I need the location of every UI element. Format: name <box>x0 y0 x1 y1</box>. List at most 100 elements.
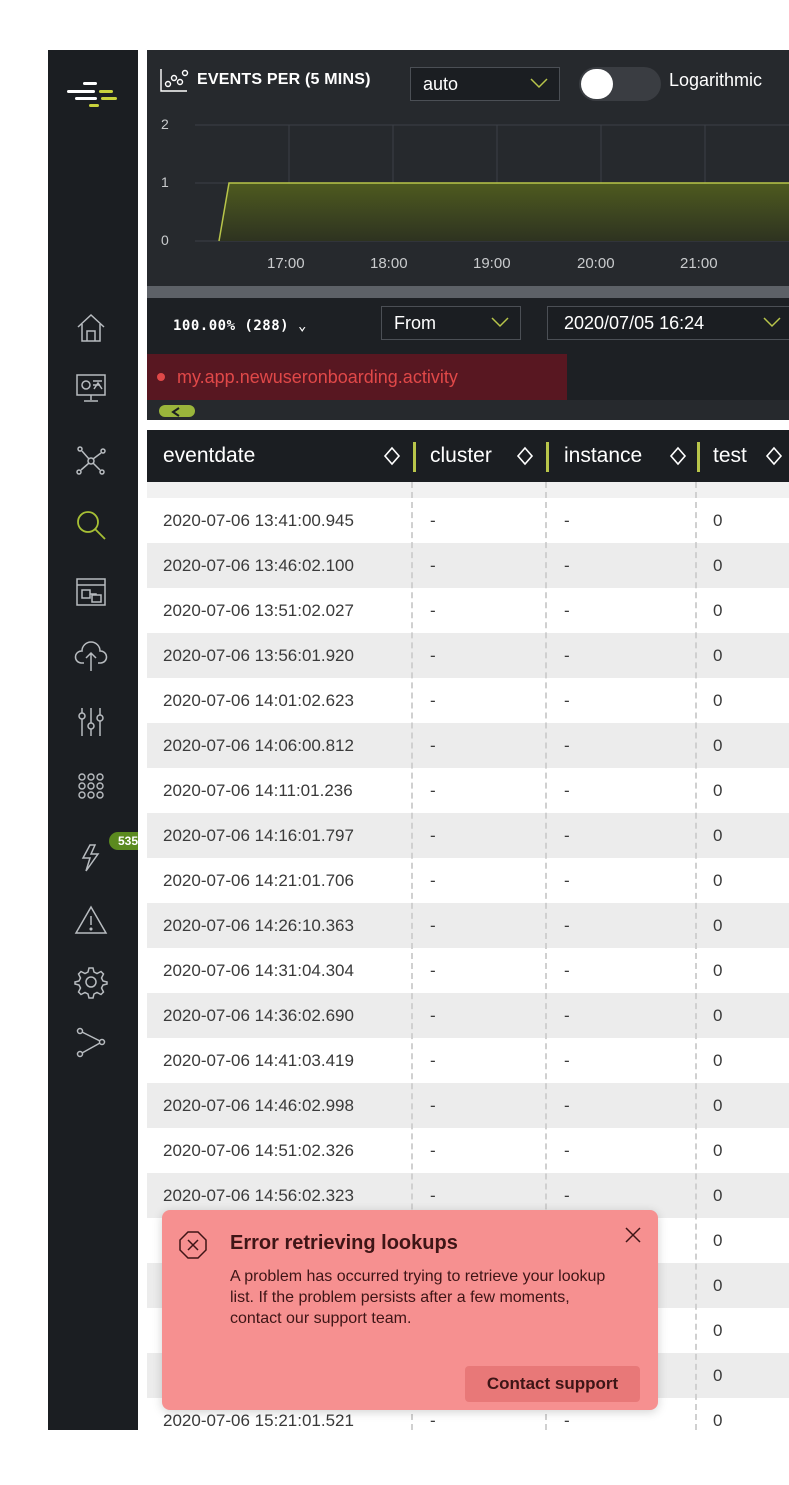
close-icon[interactable] <box>622 1224 644 1246</box>
sort-icon[interactable] <box>516 446 534 466</box>
table-row[interactable]: 2020-07-06 14:26:10.363 - - 0 <box>147 903 789 948</box>
x-tick-label: 18:00 <box>370 255 408 272</box>
error-icon <box>179 1231 207 1259</box>
table-row[interactable]: 2020-07-06 13:51:02.027 - - 0 <box>147 588 789 633</box>
cloud-upload-icon[interactable] <box>71 636 111 676</box>
table-row[interactable]: 2020-07-06 14:01:02.623 - - 0 <box>147 678 789 723</box>
table-cell-test: 0 <box>713 1005 723 1025</box>
sort-icon[interactable] <box>383 446 401 466</box>
table-cell-instance: - <box>564 780 570 800</box>
table-cell-cluster: - <box>430 1050 436 1070</box>
source-tab-active[interactable]: my.app.newuseronboarding.activity <box>147 354 567 400</box>
sort-icon[interactable] <box>765 446 783 466</box>
table-row[interactable]: 2020-07-06 14:06:00.812 - - 0 <box>147 723 789 768</box>
percentage-value: 100.00% (288) <box>173 318 290 334</box>
table-cell-test: 0 <box>713 1050 723 1070</box>
sort-icon[interactable] <box>669 446 687 466</box>
column-header-eventdate[interactable]: eventdate <box>163 430 255 482</box>
table-cell-instance: - <box>564 1140 570 1160</box>
table-cell-test: 0 <box>713 825 723 845</box>
table-cell-test: 0 <box>713 735 723 755</box>
table-row[interactable]: 2020-07-06 14:11:01.236 - - 0 <box>147 768 789 813</box>
window-icon[interactable] <box>71 572 111 612</box>
sidebar-divider <box>138 50 147 1430</box>
table-cell-instance: - <box>564 1095 570 1115</box>
table-row[interactable]: 2020-07-06 13:41:00.945 - - 0 <box>147 498 789 543</box>
table-cell-test: 0 <box>713 1185 723 1205</box>
logo-icon[interactable] <box>61 78 121 108</box>
column-header-label: instance <box>564 444 643 467</box>
column-header-label: test <box>713 444 747 467</box>
table-cell-instance: - <box>564 690 570 710</box>
table-cell-instance: - <box>564 555 570 575</box>
grid-icon[interactable] <box>71 766 111 806</box>
interval-select[interactable]: auto <box>410 67 560 101</box>
chevron-down-icon <box>763 317 781 328</box>
y-tick-label: 0 <box>161 232 169 248</box>
home-icon[interactable] <box>71 308 111 348</box>
from-select[interactable]: From <box>381 306 521 340</box>
chart-scrollbar[interactable] <box>147 286 789 298</box>
table-cell-instance: - <box>564 825 570 845</box>
column-header-instance[interactable]: instance <box>564 430 642 482</box>
table-cell-cluster: - <box>430 915 436 935</box>
table-cell-cluster: - <box>430 735 436 755</box>
network-icon[interactable] <box>71 440 111 480</box>
column-separator[interactable] <box>413 442 416 472</box>
table-cell-cluster: - <box>430 1005 436 1025</box>
table-row[interactable]: 2020-07-06 14:16:01.797 - - 0 <box>147 813 789 858</box>
from-date-value: 2020/07/05 16:24 <box>564 312 705 333</box>
table-cell-test: 0 <box>713 1410 723 1430</box>
table-cell-test: 0 <box>713 1230 723 1250</box>
table-row[interactable]: 2020-07-06 14:46:02.998 - - 0 <box>147 1083 789 1128</box>
table-cell-eventdate: 2020-07-06 14:01:02.623 <box>163 690 354 710</box>
error-toast: Error retrieving lookups A problem has o… <box>162 1210 658 1410</box>
table-row[interactable]: 2020-07-06 13:46:02.100 - - 0 <box>147 543 789 588</box>
table-row[interactable]: 2020-07-06 13:56:01.920 - - 0 <box>147 633 789 678</box>
contact-support-button[interactable]: Contact support <box>465 1366 640 1402</box>
column-separator[interactable] <box>546 442 549 472</box>
table-row[interactable]: 2020-07-06 14:21:01.706 - - 0 <box>147 858 789 903</box>
toast-message: A problem has occurred trying to retriev… <box>230 1268 606 1327</box>
table-cell-eventdate: 2020-07-06 14:46:02.998 <box>163 1095 354 1115</box>
connector-icon[interactable] <box>71 1022 111 1062</box>
chevron-left-icon <box>171 407 180 417</box>
percentage-selector[interactable]: 100.00% (288) ⌄ <box>173 318 307 334</box>
table-cell-eventdate: 2020-07-06 14:11:01.236 <box>163 780 353 800</box>
chart-header: EVENTS PER (5 MINS) <box>159 62 371 98</box>
column-header-label: cluster <box>430 444 492 467</box>
warning-icon[interactable] <box>71 900 111 940</box>
column-header-cluster[interactable]: cluster <box>430 430 492 482</box>
logarithmic-toggle[interactable] <box>579 67 661 101</box>
gear-icon[interactable] <box>71 962 111 1002</box>
table-cell-test: 0 <box>713 1140 723 1160</box>
table-cell-test: 0 <box>713 510 723 530</box>
table-row[interactable]: 2020-07-06 14:31:04.304 - - 0 <box>147 948 789 993</box>
table-cell-instance: - <box>564 735 570 755</box>
column-separator[interactable] <box>697 442 700 472</box>
events-chart-panel: EVENTS PER (5 MINS) auto Logarithmic 2 1… <box>147 50 789 286</box>
table-cell-instance: - <box>564 1050 570 1070</box>
table-cell-eventdate: 2020-07-06 14:16:01.797 <box>163 825 354 845</box>
table-cell-test: 0 <box>713 1365 723 1385</box>
table-horizontal-scrollbar[interactable] <box>147 400 789 420</box>
table-row[interactable]: 2020-07-06 14:51:02.326 - - 0 <box>147 1128 789 1173</box>
search-icon[interactable] <box>71 505 111 545</box>
table-cell-eventdate: 2020-07-06 13:51:02.027 <box>163 600 354 620</box>
table-cell-eventdate: 2020-07-06 14:21:01.706 <box>163 870 354 890</box>
interval-select-value: auto <box>423 73 459 94</box>
column-header-test[interactable]: test <box>713 430 747 482</box>
sliders-icon[interactable] <box>71 702 111 742</box>
lightning-icon[interactable]: 535 <box>71 832 147 876</box>
toast-title: Error retrieving lookups <box>230 1232 458 1254</box>
table-row[interactable]: 2020-07-06 14:36:02.690 - - 0 <box>147 993 789 1038</box>
chart-icon <box>160 69 189 92</box>
scroll-left-button[interactable] <box>159 405 195 417</box>
monitor-icon[interactable] <box>71 368 111 408</box>
table-cell-eventdate: 2020-07-06 14:41:03.419 <box>163 1050 354 1070</box>
table-row[interactable]: 2020-07-06 14:41:03.419 - - 0 <box>147 1038 789 1083</box>
table-cell-cluster: - <box>430 780 436 800</box>
from-date-select[interactable]: 2020/07/05 16:24 <box>547 306 789 340</box>
table-cell-cluster: - <box>430 510 436 530</box>
table-cell-cluster: - <box>430 825 436 845</box>
